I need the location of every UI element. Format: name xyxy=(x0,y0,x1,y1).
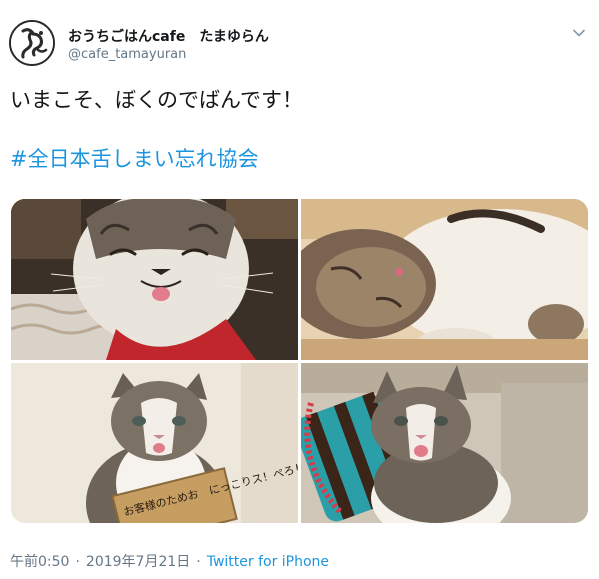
meta-separator: · xyxy=(75,554,80,570)
tweet-meta: 午前0:50 · 2019年7月21日 · Twitter for iPhone xyxy=(10,551,329,571)
photo-cat-with-sign[interactable]: お客様のためお にっこりス！ぺろり xyxy=(11,363,298,523)
photo-cat-smiling[interactable] xyxy=(11,199,298,360)
chevron-down-icon[interactable] xyxy=(571,25,587,41)
tweet-source-link[interactable]: Twitter for iPhone xyxy=(207,554,329,570)
avatar-logo xyxy=(11,22,53,64)
tweet-card: おうちごはんcafe たまゆらん @cafe_tamayuran いまこそ、ぼく… xyxy=(0,0,599,579)
display-name[interactable]: おうちごはんcafe たまゆらん xyxy=(68,26,269,46)
hashtag-link[interactable]: #全日本舌しまい忘れ協会 xyxy=(10,145,259,173)
tweet-time[interactable]: 午前0:50 xyxy=(10,554,69,570)
avatar[interactable] xyxy=(9,20,55,66)
user-handle[interactable]: @cafe_tamayuran xyxy=(68,47,186,62)
media-grid: お客様のためお にっこりス！ぺろり xyxy=(11,199,588,523)
tweet-date[interactable]: 2019年7月21日 xyxy=(86,554,190,570)
photo-cat-sleeping[interactable] xyxy=(301,199,588,360)
photo-cat-on-sofa[interactable] xyxy=(301,363,588,523)
meta-separator-2: · xyxy=(196,554,201,570)
tweet-text: いまこそ、ぼくのでばんです！ xyxy=(10,88,303,112)
